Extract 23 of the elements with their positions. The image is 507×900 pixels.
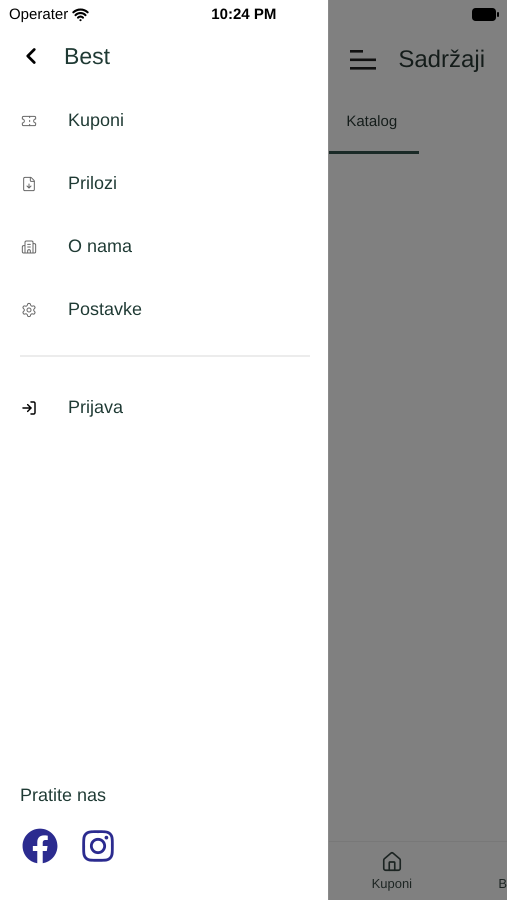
page-title: Sadržaji: [398, 46, 486, 74]
instagram-icon[interactable]: [80, 828, 116, 864]
menu-icon[interactable]: [350, 49, 376, 71]
settings-icon: [21, 302, 37, 318]
drawer-item[interactable]: Prilozi: [0, 152, 328, 215]
tab[interactable]: Katalog: [329, 92, 420, 154]
drawer-item[interactable]: O nama: [0, 215, 328, 278]
drawer-item[interactable]: Kuponi: [0, 89, 328, 152]
bottom-tab[interactable]: Kuponi: [329, 842, 454, 900]
status-time: 10:24 PM: [211, 6, 276, 22]
drawer-title: Best: [64, 42, 110, 70]
battery-icon: [472, 8, 499, 20]
home-icon: [380, 851, 403, 873]
wifi-icon: [72, 6, 90, 22]
drawer-item[interactable]: Prijava: [0, 376, 328, 439]
carrier-name: Operater: [9, 6, 68, 22]
bottom-tab[interactable]: B: [454, 842, 507, 900]
facebook-icon[interactable]: [22, 828, 58, 864]
drawer-item[interactable]: Postavke: [0, 278, 328, 341]
follow-label: Pratite nas: [19, 785, 108, 806]
file-download-icon: [21, 176, 37, 192]
login-icon: [21, 400, 37, 416]
building-icon: [21, 238, 37, 254]
